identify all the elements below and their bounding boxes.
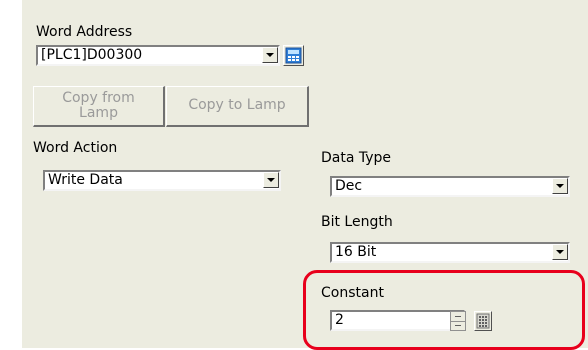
copy-from-lamp-line2: Lamp [79,105,118,121]
chevron-down-icon [556,250,564,254]
copy-from-lamp-button[interactable]: Copy from Lamp [33,86,165,127]
word-address-calculator-button[interactable] [283,45,304,66]
bit-length-label: Bit Length [321,214,393,230]
chevron-down-icon [556,184,564,188]
word-action-value: Write Data [48,172,123,188]
copy-from-lamp-line1: Copy from [62,90,135,106]
data-type-value: Dec [335,178,363,194]
constant-highlight-box [303,270,585,350]
bit-length-value: 16 Bit [335,244,377,260]
data-type-label: Data Type [321,150,392,166]
chevron-down-icon [266,53,274,57]
calculator-icon [285,47,302,64]
word-address-combo[interactable]: [PLC1]D00300 [36,45,280,66]
data-type-combo[interactable]: Dec [330,176,570,197]
word-address-dropdown-arrow[interactable] [262,47,278,63]
data-type-dropdown-arrow[interactable] [552,178,568,194]
chevron-down-icon [267,178,275,182]
bit-length-combo[interactable]: 16 Bit [330,242,570,263]
word-action-dropdown-arrow[interactable] [263,172,279,188]
copy-to-lamp-label: Copy to Lamp [188,97,286,113]
copy-to-lamp-button[interactable]: Copy to Lamp [166,86,309,127]
word-address-label: Word Address [36,24,133,40]
word-action-combo[interactable]: Write Data [43,170,281,191]
bit-length-dropdown-arrow[interactable] [552,244,568,260]
word-action-label: Word Action [33,140,118,156]
word-address-value: [PLC1]D00300 [41,47,143,63]
